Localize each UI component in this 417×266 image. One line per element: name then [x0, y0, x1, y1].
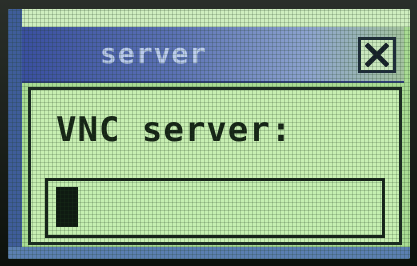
- dialog-body: VNC server:: [28, 87, 402, 245]
- close-button[interactable]: [358, 37, 396, 73]
- desktop-background: [8, 9, 410, 27]
- vnc-server-input[interactable]: [45, 178, 385, 238]
- close-icon: [365, 43, 389, 67]
- taskbar-strip: [8, 247, 410, 259]
- vnc-server-label: VNC server:: [56, 110, 293, 150]
- lcd-screen: server VNC server:: [8, 9, 410, 259]
- window-title: server: [100, 37, 208, 70]
- text-cursor: [56, 187, 78, 227]
- window-titlebar: server: [22, 27, 404, 83]
- window-left-edge: [8, 9, 22, 259]
